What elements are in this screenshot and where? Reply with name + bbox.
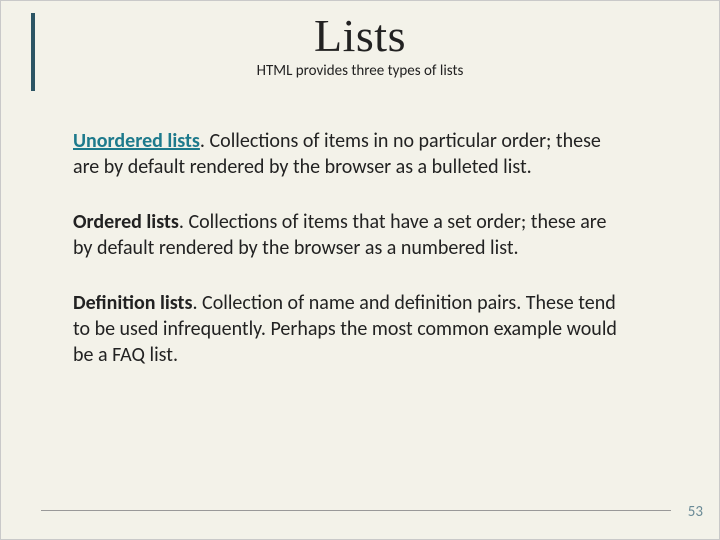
term-unordered: Unordered lists: [73, 129, 200, 153]
footer-rule: [41, 510, 671, 511]
slide-subtitle: HTML provides three types of lists: [1, 62, 719, 80]
list-item: Definition lists. Collection of name and…: [73, 291, 629, 368]
body-text: Unordered lists. Collections of items in…: [73, 129, 629, 398]
page-number: 53: [688, 503, 703, 521]
term-ordered: Ordered lists: [73, 210, 179, 234]
slide: Lists HTML provides three types of lists…: [0, 0, 720, 540]
slide-title: Lists: [1, 9, 719, 62]
title-block: Lists HTML provides three types of lists: [1, 9, 719, 80]
list-item: Ordered lists. Collections of items that…: [73, 210, 629, 261]
term-definition: Definition lists: [73, 291, 192, 315]
list-item: Unordered lists. Collections of items in…: [73, 129, 629, 180]
